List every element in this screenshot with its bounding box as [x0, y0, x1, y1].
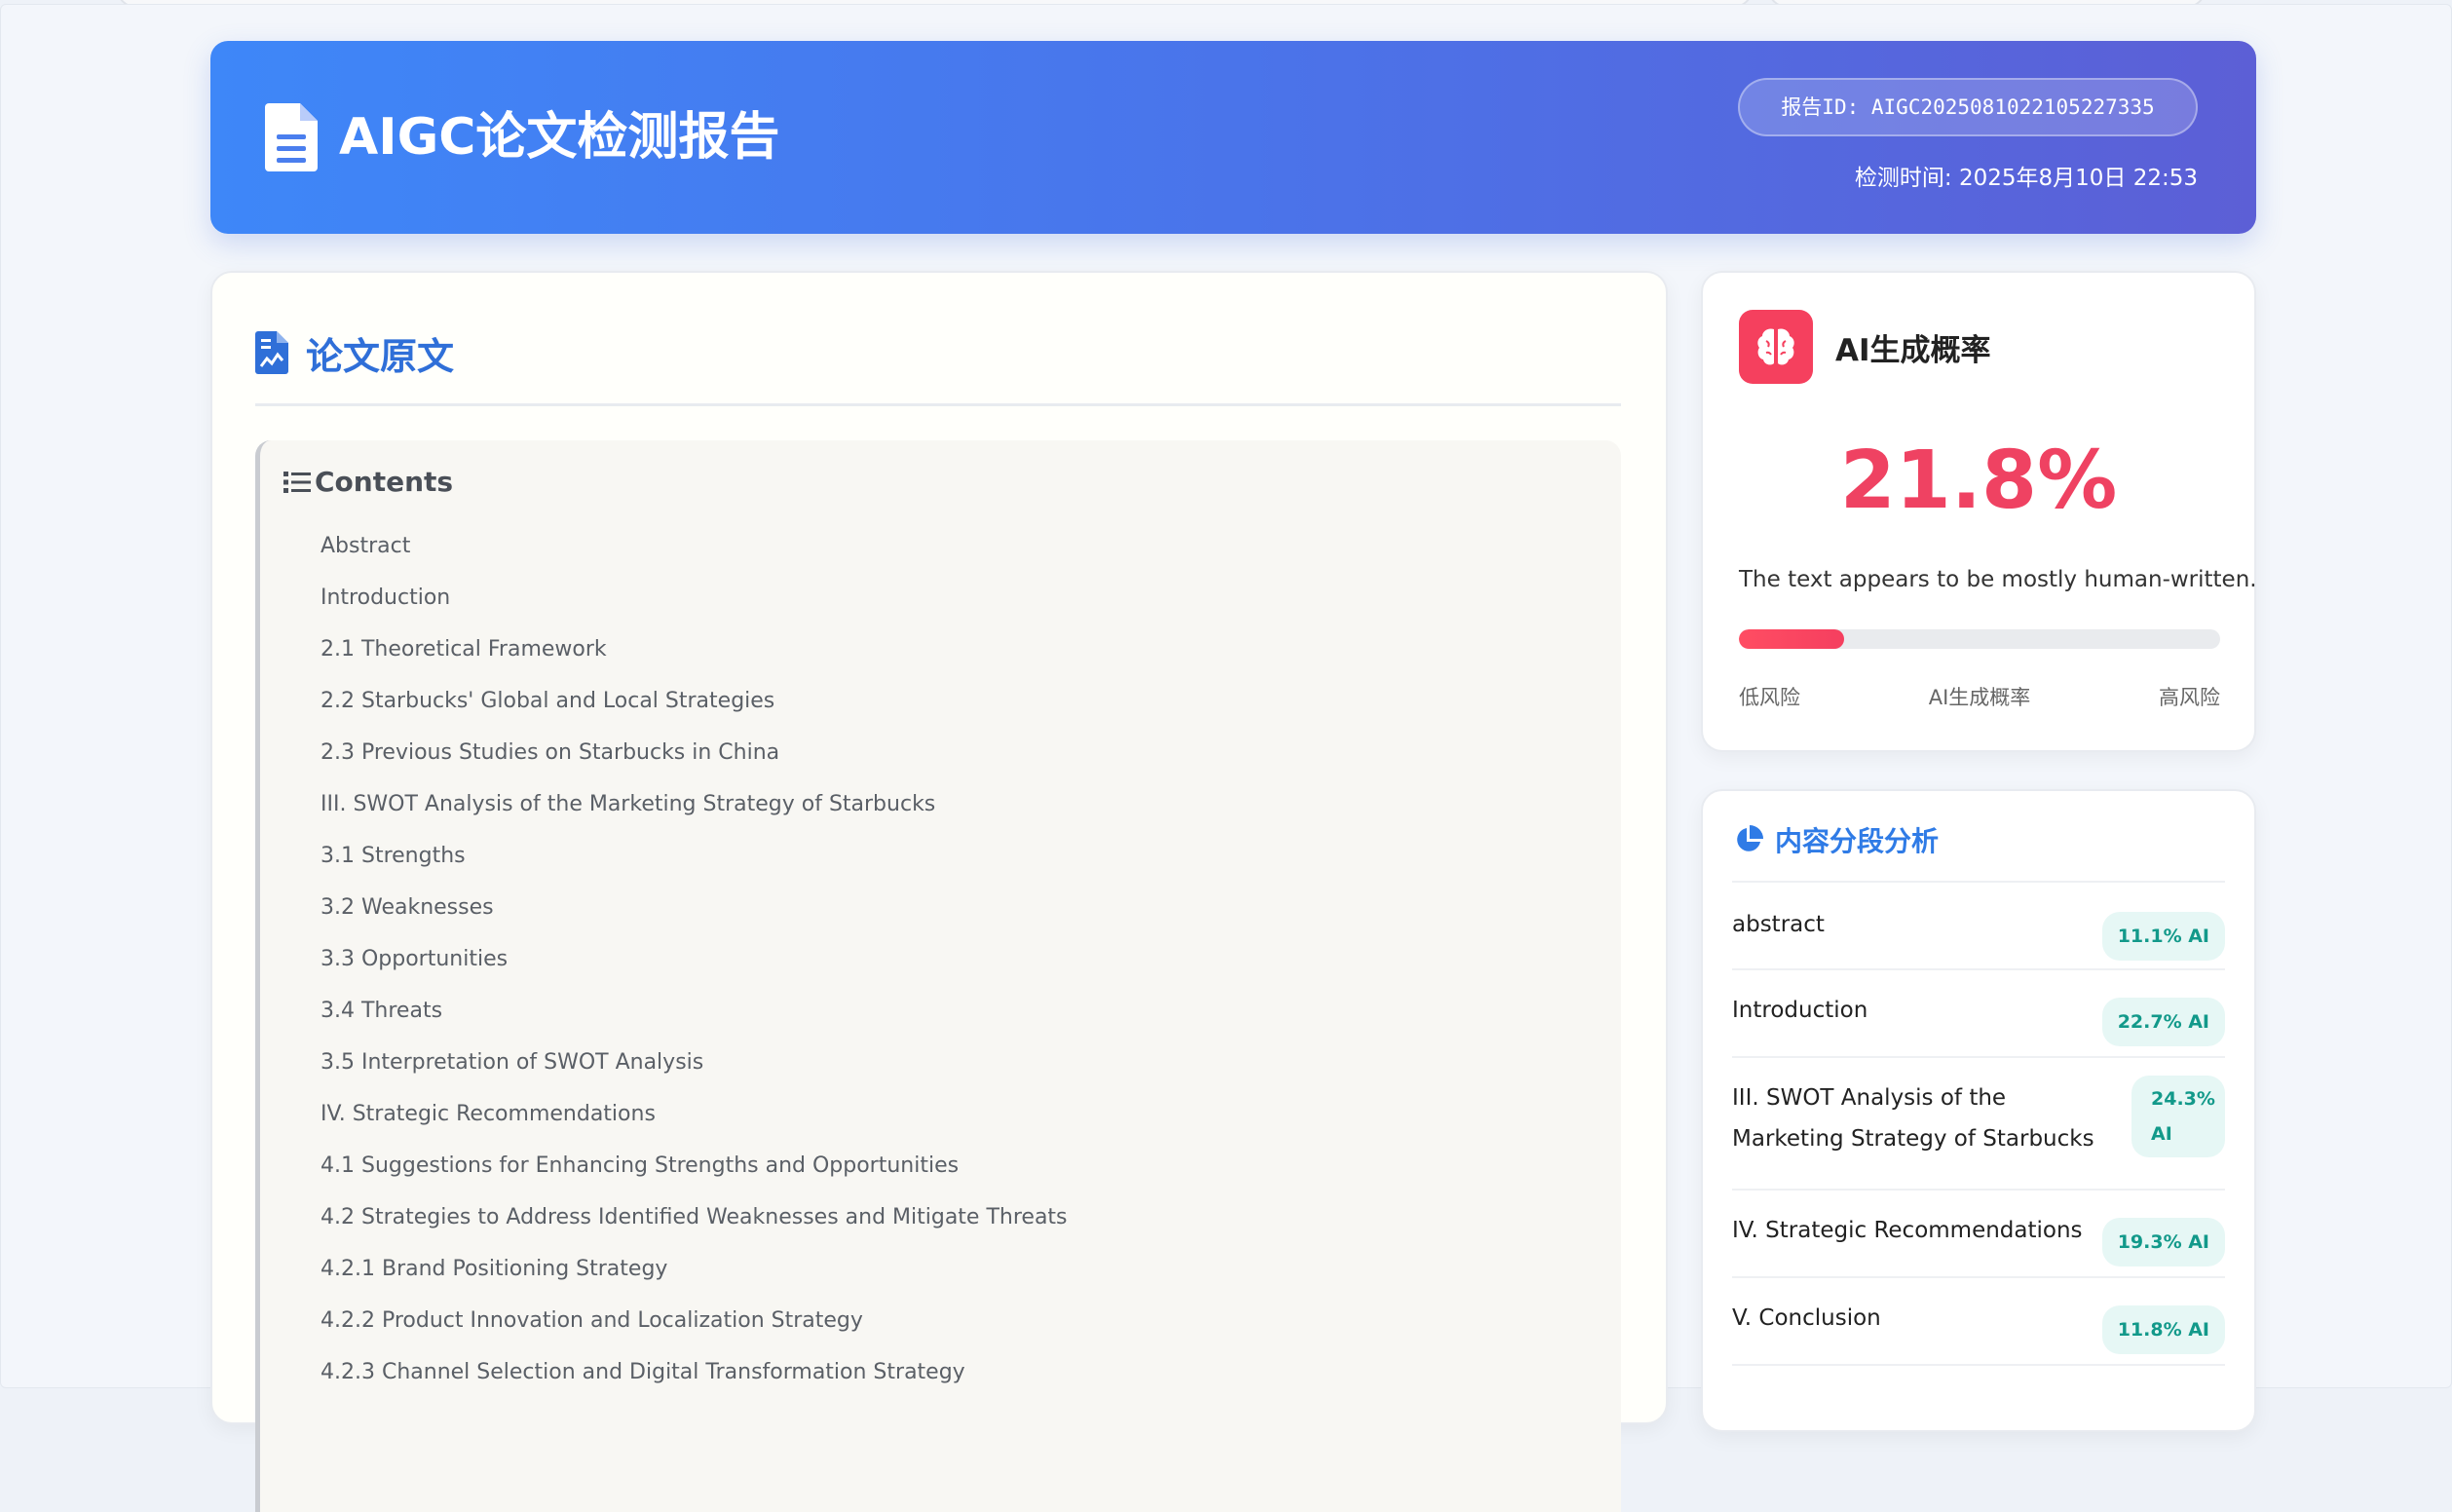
divider — [255, 403, 1621, 406]
segment-name: abstract — [1732, 912, 1825, 937]
toc-item[interactable]: 4.2.3 Channel Selection and Digital Tran… — [321, 1346, 1068, 1398]
toc-item[interactable]: III. SWOT Analysis of the Marketing Stra… — [321, 778, 1068, 830]
toc-item[interactable]: 4.2 Strategies to Address Identified Wea… — [321, 1191, 1068, 1243]
segment-analysis-card: 内容分段分析 abstract 11.1% AI Introduction 22… — [1701, 789, 2256, 1432]
toc-title: Contents — [283, 466, 453, 498]
toc-item[interactable]: 4.2.2 Product Innovation and Localizatio… — [321, 1295, 1068, 1346]
segment-row[interactable]: Introduction 22.7% AI — [1732, 970, 2225, 1058]
ai-description: The text appears to be mostly human-writ… — [1739, 567, 2257, 592]
toc-item[interactable]: 3.5 Interpretation of SWOT Analysis — [321, 1037, 1068, 1088]
toc-item[interactable]: Abstract — [321, 520, 1068, 572]
ai-progress-bar — [1739, 629, 2220, 649]
pie-chart-icon — [1737, 825, 1763, 851]
toc-item[interactable]: 4.1 Suggestions for Enhancing Strengths … — [321, 1140, 1068, 1191]
file-chart-icon — [255, 331, 288, 374]
ai-card-title: AI生成概率 — [1835, 333, 1991, 368]
segment-name: V. Conclusion — [1732, 1305, 1881, 1331]
table-of-contents: Contents Abstract Introduction 2.1 Theor… — [255, 440, 1621, 1512]
toc-item[interactable]: 4.2.1 Brand Positioning Strategy — [321, 1243, 1068, 1295]
toc-item[interactable]: 2.1 Theoretical Framework — [321, 624, 1068, 675]
paper-heading: 论文原文 — [255, 323, 454, 382]
paper-original-card: 论文原文 Contents Abstract Introduction 2.1 … — [210, 271, 1668, 1512]
segment-name: IV. Strategic Recommendations — [1732, 1218, 2083, 1243]
document-icon — [265, 103, 318, 171]
toc-item[interactable]: 3.3 Opportunities — [321, 933, 1068, 985]
paper-heading-text: 论文原文 — [306, 334, 455, 378]
segment-row[interactable]: abstract 11.1% AI — [1732, 883, 2225, 970]
ai-progress-fill — [1739, 629, 1844, 649]
toc-item[interactable]: 3.1 Strengths — [321, 830, 1068, 882]
segment-ai-badge: 22.7% AI — [2101, 998, 2225, 1046]
high-risk-label: 高风险 — [2159, 686, 2220, 709]
segment-row[interactable]: V. Conclusion 11.8% AI — [1732, 1278, 2225, 1366]
report-header: AIGC论文检测报告 报告ID: AIGC2025081022105227335… — [210, 41, 2256, 234]
toc-item[interactable]: IV. Strategic Recommendations — [321, 1088, 1068, 1140]
list-icon — [283, 471, 311, 493]
detection-time: 检测时间: 2025年8月10日 22:53 — [1854, 166, 2198, 191]
segment-ai-badge: 11.8% AI — [2101, 1305, 2225, 1354]
toc-item[interactable]: Introduction — [321, 572, 1068, 624]
segment-list: abstract 11.1% AI Introduction 22.7% AI … — [1732, 883, 2225, 1366]
report-id-badge: 报告ID: AIGC2025081022105227335 — [1738, 78, 2198, 136]
ai-icon-box — [1739, 310, 1813, 384]
ai-probability-value: 21.8% — [1839, 435, 2118, 527]
segment-row[interactable]: IV. Strategic Recommendations 19.3% AI — [1732, 1191, 2225, 1278]
brain-icon — [1757, 328, 1794, 365]
report-title: AIGC论文检测报告 — [339, 108, 780, 167]
ai-probability-card: AI生成概率 21.8% The text appears to be most… — [1701, 271, 2257, 752]
toc-item[interactable]: 3.4 Threats — [321, 985, 1068, 1037]
toc-list: Abstract Introduction 2.1 Theoretical Fr… — [321, 520, 1068, 1398]
toc-item[interactable]: 2.3 Previous Studies on Starbucks in Chi… — [321, 727, 1068, 778]
segment-row[interactable]: III. SWOT Analysis of the Marketing Stra… — [1732, 1058, 2225, 1191]
segment-ai-badge: 24.3% AI — [2131, 1076, 2225, 1157]
toc-title-text: Contents — [315, 466, 454, 498]
ai-probability-label: AI生成概率 — [1928, 686, 2031, 709]
segment-name: III. SWOT Analysis of the Marketing Stra… — [1732, 1085, 2094, 1152]
segment-ai-badge: 19.3% AI — [2101, 1218, 2225, 1266]
segment-heading: 内容分段分析 — [1734, 820, 1939, 859]
low-risk-label: 低风险 — [1739, 686, 1800, 709]
segment-heading-text: 内容分段分析 — [1775, 825, 1940, 857]
segment-ai-badge: 11.1% AI — [2101, 912, 2225, 961]
risk-scale: 低风险 AI生成概率 高风险 — [1739, 682, 2220, 711]
toc-item[interactable]: 2.2 Starbucks' Global and Local Strategi… — [321, 675, 1068, 727]
segment-name: Introduction — [1732, 998, 1868, 1023]
toc-item[interactable]: 3.2 Weaknesses — [321, 882, 1068, 933]
